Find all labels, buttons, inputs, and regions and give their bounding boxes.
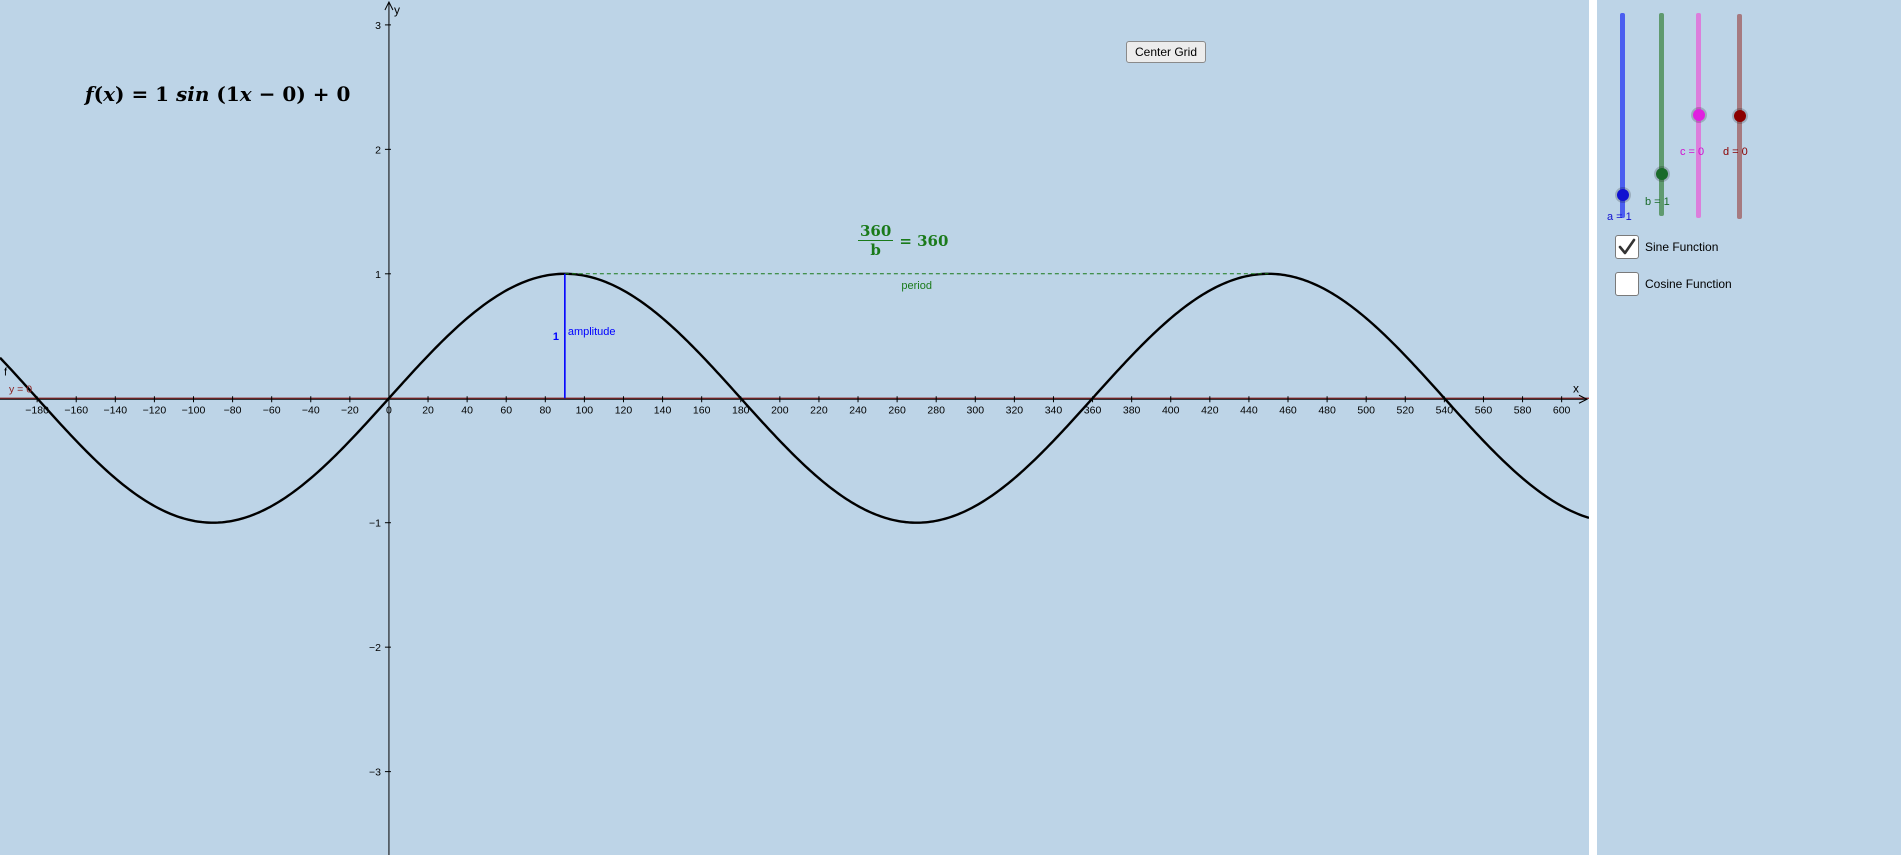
x-tick-label: 560 [1475,404,1493,416]
slider-a-knob[interactable] [1616,189,1629,201]
x-tick-label: −60 [263,404,281,416]
x-tick-label: 40 [461,404,473,416]
y-tick-label: 2 [375,144,381,156]
y-tick-label: 1 [375,269,381,281]
x-tick-label: −40 [302,404,320,416]
x-tick-label: 200 [771,404,789,416]
x-tick-label: 520 [1397,404,1415,416]
x-tick-label: −100 [182,404,206,416]
y-tick-label: −1 [369,518,381,530]
y-tick-label: −2 [369,642,381,654]
slider-a-label: a = 1 [1607,211,1632,223]
x-tick-label: 400 [1162,404,1180,416]
y-tick-label: 3 [375,20,381,32]
x-tick-label: 280 [927,404,945,416]
x-tick-label: 80 [539,404,551,416]
x-tick-label: −20 [341,404,359,416]
x-axis-label: x [1573,381,1579,395]
x-tick-label: 240 [849,404,867,416]
checkmark-icon [1618,238,1636,255]
slider-d-label: d = 0 [1723,146,1748,158]
x-tick-label: 480 [1318,404,1336,416]
sine-function-checkbox[interactable]: Sine Function [1615,235,1718,259]
period-formula: 360 b = 360 [858,222,948,259]
panel-divider[interactable] [1589,0,1597,855]
slider-c-label: c = 0 [1680,146,1705,158]
x-tick-label: 260 [888,404,906,416]
x-tick-label: 600 [1553,404,1571,416]
center-grid-button[interactable]: Center Grid [1126,41,1206,63]
function-plot[interactable]: y x −1 80 −160 −140 −120 −100 −80 −60 −40 −20 0 20 40 6… [0,0,1589,855]
x-tick-label: 380 [1123,404,1141,416]
period-denominator: b [870,241,881,259]
checkbox-label: Cosine Function [1645,277,1732,291]
function-formula: f(x) = 1 sin (1x − 0) + 0 [85,82,351,106]
x-tick-label: 340 [1045,404,1063,416]
x-tick-label: −140 [103,404,127,416]
x-tick-label: 60 [500,404,512,416]
slider-b-track[interactable] [1659,13,1664,216]
x-tick-label: 140 [654,404,672,416]
x-tick-label: 100 [576,404,594,416]
x-tick-label: 500 [1357,404,1375,416]
amplitude-value-label: 1 [553,331,559,343]
function-name-label: f [4,366,8,378]
period-label: period [901,280,932,292]
x-tick-label: −80 [224,404,242,416]
x-tick-label: 580 [1514,404,1532,416]
x-tick-label: 300 [967,404,985,416]
x-tick-label: 320 [1006,404,1024,416]
x-tick-label: 420 [1201,404,1219,416]
y-tick-label: −3 [369,767,381,779]
slider-c-knob[interactable] [1692,109,1705,121]
slider-a-track[interactable] [1620,13,1625,218]
x-tick-label: 220 [810,404,828,416]
period-result: = 360 [899,231,949,250]
x-tick-label: 440 [1240,404,1258,416]
x-tick-label: 0 [386,404,392,416]
slider-b-label: b = 1 [1645,196,1670,208]
x-tick-label: −160 [64,404,88,416]
y-axis-label: y [394,3,400,17]
cosine-function-checkbox[interactable]: Cosine Function [1615,272,1732,296]
checkbox-box[interactable] [1615,272,1639,296]
period-fraction: 360 b [858,222,894,259]
x-tick-label: 160 [693,404,711,416]
x-tick-label: −120 [143,404,167,416]
x-tick-label: 460 [1279,404,1297,416]
checkbox-label: Sine Function [1645,240,1719,254]
x-tick-label: 120 [615,404,633,416]
x-tick-label: 20 [422,404,434,416]
amplitude-label: amplitude [568,326,616,338]
controls-panel: a = 1 b = 1 c = 0 d = 0 Sine Function Cosin… [1597,0,1901,855]
graphics-view[interactable]: y x −1 80 −160 −140 −120 −100 −80 −60 −40 −20 0 20 40 6… [0,0,1589,855]
period-numerator: 360 [858,222,894,241]
checkbox-box[interactable] [1615,235,1639,259]
slider-b-knob[interactable] [1655,168,1668,180]
y-zero-label: y = 0 [9,383,32,395]
slider-d-knob[interactable] [1733,110,1746,122]
